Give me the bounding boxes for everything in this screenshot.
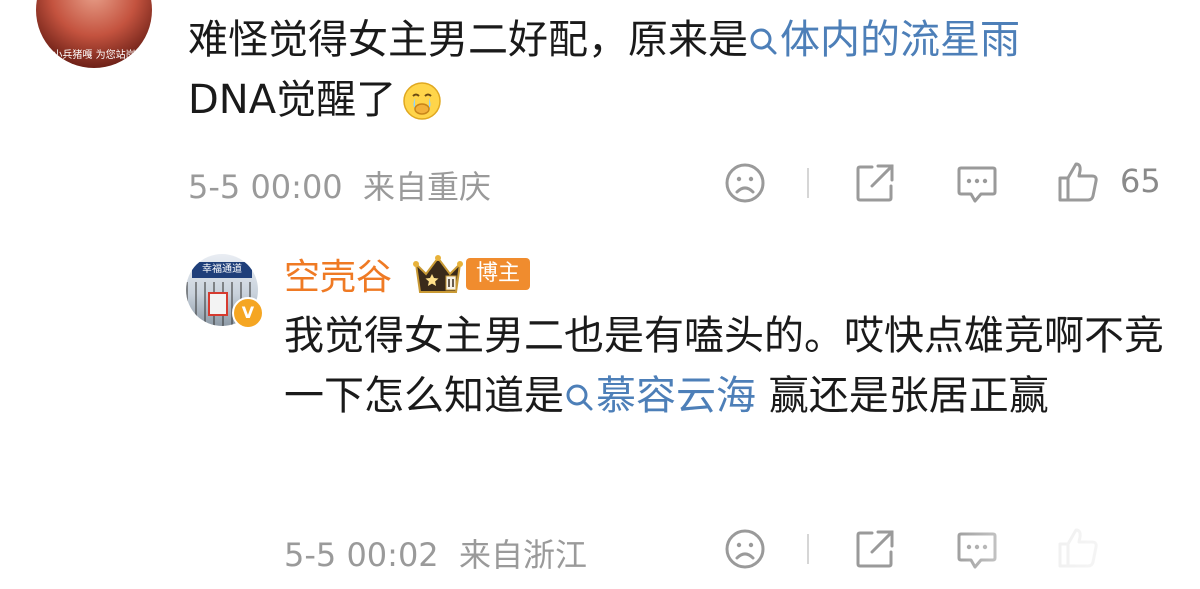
comment-text-before: 难怪觉得女主男二好配，原来是 [188, 17, 748, 63]
comment-text-after: DNA觉醒了 [188, 77, 397, 123]
share-icon[interactable] [854, 162, 896, 204]
comment-location: 来自重庆 [363, 168, 492, 206]
reply-username[interactable]: 空壳谷 [284, 248, 392, 300]
search-icon [750, 28, 777, 55]
reply-location: 来自浙江 [459, 536, 588, 574]
avatar-sign-red [208, 292, 228, 316]
divider [807, 534, 809, 564]
avatar-commenter[interactable]: 小兵猪嘎 为您站岗 [36, 0, 152, 68]
avatar-sign: 幸福通道 [192, 262, 252, 278]
reply-time: 5-5 00:02 [284, 536, 439, 574]
divider [807, 168, 809, 198]
comment-text: 难怪觉得女主男二好配，原来是 体内的流星雨 DNA觉醒了 [188, 10, 1178, 138]
comment-icon[interactable] [955, 162, 999, 206]
comment-time: 5-5 00:00 [188, 168, 343, 206]
watermark-fade [950, 526, 1200, 589]
crying-face-emoji [402, 78, 442, 138]
like-count: 65 [1120, 162, 1161, 200]
reply-text: 我觉得女主男二也是有嗑头的。哎快点雄竞啊不竞一下怎么知道是 慕容云海 赢还是张居正… [284, 306, 1184, 426]
search-icon [566, 384, 593, 411]
topic-label: 体内的流星雨 [780, 17, 1020, 63]
topic-link[interactable]: 体内的流星雨 [748, 17, 1020, 63]
reply-text-after: 赢还是张居正赢 [756, 373, 1049, 419]
sad-face-icon[interactable] [724, 162, 766, 204]
share-icon[interactable] [854, 528, 896, 570]
sad-face-icon[interactable] [724, 528, 766, 570]
blogger-tag: 博主 [466, 258, 531, 290]
verified-badge: V [232, 297, 264, 329]
comment-meta: 5-5 00:00 来自重庆 [188, 162, 491, 208]
topic-label: 慕容云海 [596, 373, 756, 419]
crown-rank-icon [412, 252, 464, 300]
topic-link[interactable]: 慕容云海 [564, 373, 756, 419]
reply-meta: 5-5 00:02 来自浙江 [284, 530, 587, 576]
avatar-caption: 小兵猪嘎 为您站岗 [52, 50, 136, 61]
thumbs-up-icon[interactable] [1056, 160, 1100, 204]
